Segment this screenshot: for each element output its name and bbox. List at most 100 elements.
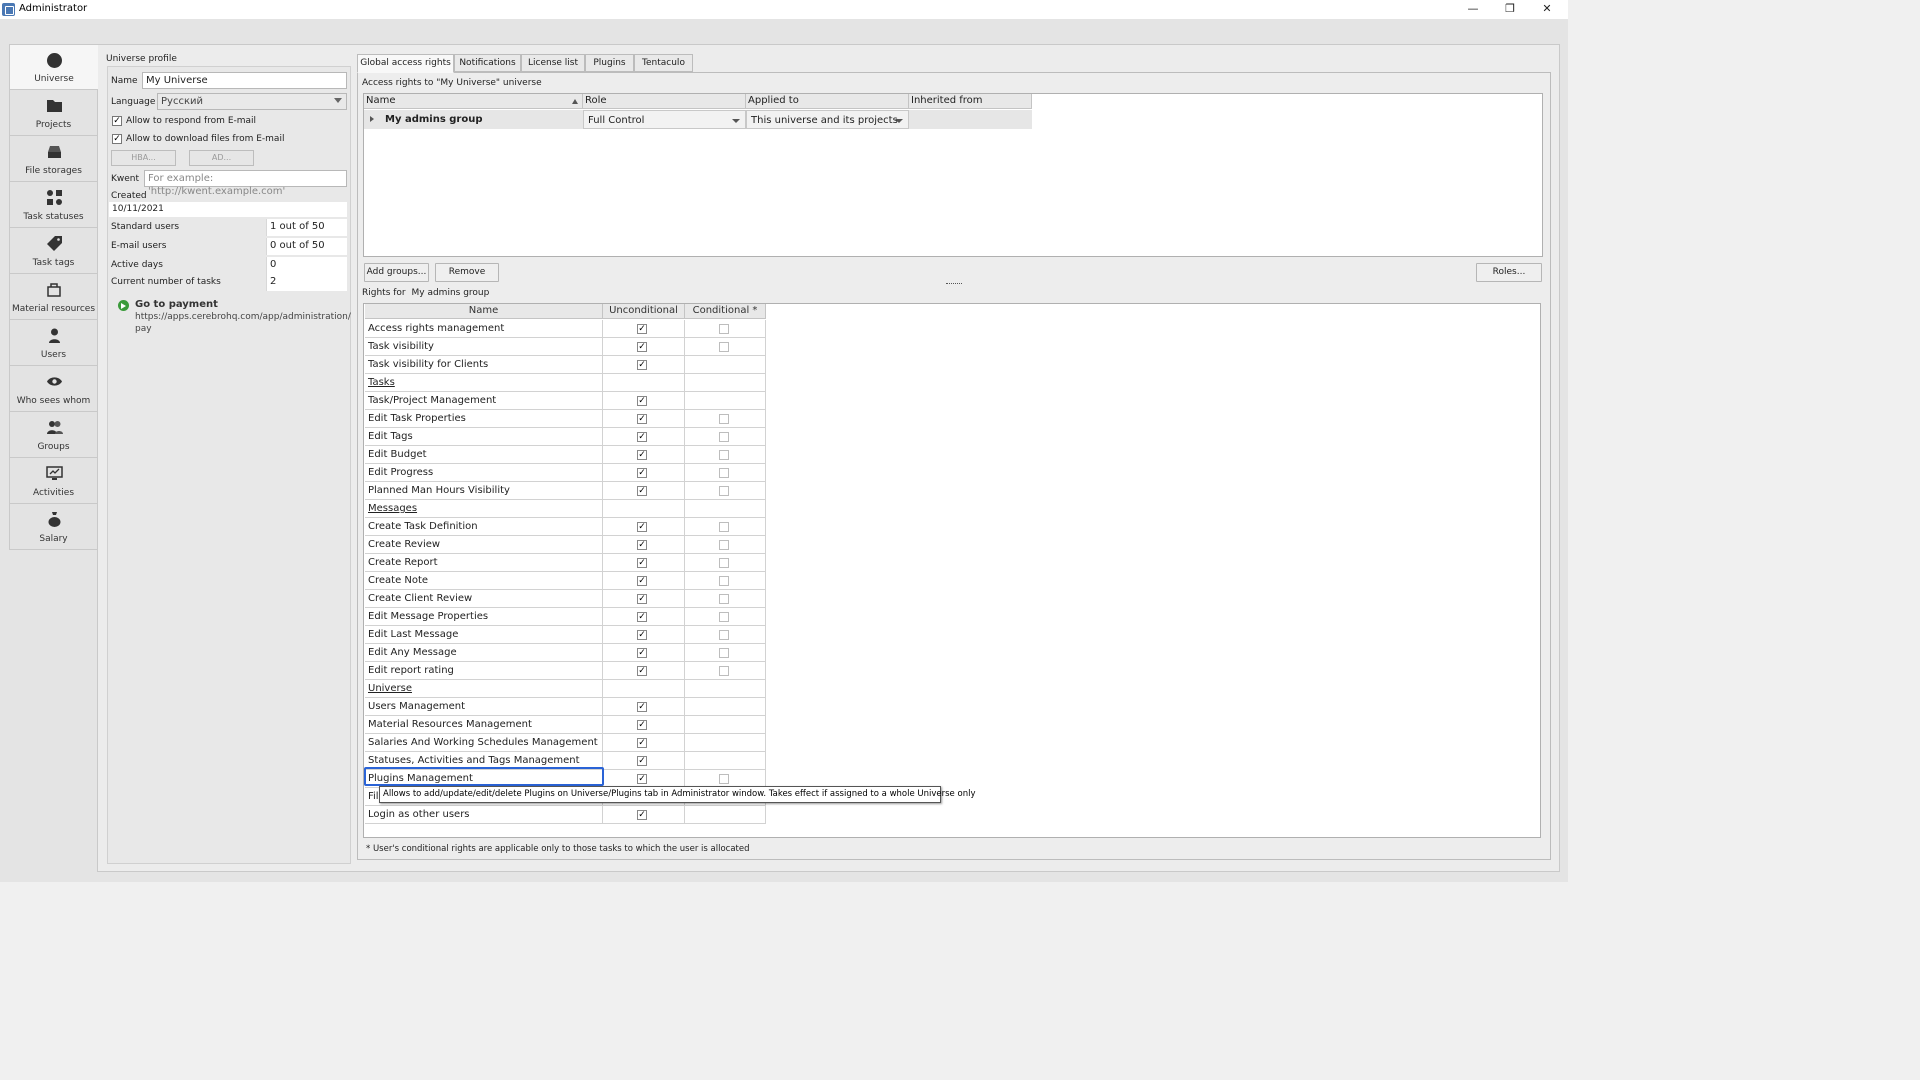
unconditional-checkbox[interactable]: ✓ [637,576,647,586]
kwent-field[interactable]: For example: 'http://kwent.example.com' [144,170,347,197]
unconditional-checkbox[interactable]: ✓ [637,432,647,442]
add-groups-button[interactable]: Add groups... [364,263,429,282]
applied-to-select[interactable]: This universe and its projects [746,110,909,129]
unconditional-checkbox[interactable]: ✓ [637,720,647,730]
column-header-conditional[interactable]: Conditional * [685,304,766,319]
conditional-checkbox[interactable] [719,612,729,622]
rights-row[interactable]: Edit Message Properties ✓ [365,608,766,626]
ad-button[interactable]: AD... [189,150,254,166]
rights-row[interactable]: Users Management ✓ [365,698,766,716]
unconditional-checkbox[interactable]: ✓ [637,396,647,406]
rights-row[interactable]: Task visibility for Clients ✓ [365,356,766,374]
tab-license-list[interactable]: License list [521,54,585,72]
column-header-role[interactable]: Role [583,94,746,109]
conditional-checkbox[interactable] [719,576,729,586]
conditional-checkbox[interactable] [719,486,729,496]
unconditional-checkbox[interactable]: ✓ [637,468,647,478]
unconditional-checkbox[interactable]: ✓ [637,594,647,604]
rights-row[interactable]: Task/Project Management ✓ [365,392,766,410]
nav-item-file-storages[interactable]: File storages [9,136,98,182]
unconditional-checkbox[interactable]: ✓ [637,702,647,712]
column-header-inherited-from[interactable]: Inherited from [909,94,1032,109]
rights-row[interactable]: Edit Any Message ✓ [365,644,766,662]
conditional-checkbox[interactable] [719,522,729,532]
restore-button[interactable]: ❐ [1492,0,1528,19]
conditional-checkbox[interactable] [719,774,729,784]
payment-url-line2[interactable]: pay [135,324,152,334]
unconditional-checkbox[interactable]: ✓ [637,450,647,460]
unconditional-checkbox[interactable]: ✓ [637,648,647,658]
nav-item-who-sees-whom[interactable]: Who sees whom [9,366,98,412]
roles-button[interactable]: Roles... [1476,263,1542,282]
unconditional-checkbox[interactable]: ✓ [637,810,647,820]
tab-tentaculo[interactable]: Tentaculo [634,54,693,72]
rights-row[interactable]: Access rights management ✓ [365,320,766,338]
rights-row[interactable]: Edit Last Message ✓ [365,626,766,644]
rights-group-row[interactable]: Universe [365,680,766,698]
conditional-checkbox[interactable] [719,414,729,424]
unconditional-checkbox[interactable]: ✓ [637,486,647,496]
unconditional-checkbox[interactable]: ✓ [637,540,647,550]
column-header-applied-to[interactable]: Applied to [746,94,909,109]
rights-row[interactable]: Task visibility ✓ [365,338,766,356]
conditional-checkbox[interactable] [719,342,729,352]
language-select[interactable]: Русский [157,93,347,110]
rights-group-row[interactable]: Tasks [365,374,766,392]
unconditional-checkbox[interactable]: ✓ [637,666,647,676]
close-button[interactable]: ✕ [1529,0,1565,19]
allow-respond-checkbox[interactable]: ✓ [112,116,122,126]
nav-item-activities[interactable]: Activities [9,458,98,504]
nav-item-material-resources[interactable]: Material resources [9,274,98,320]
rights-row[interactable]: Edit Task Properties ✓ [365,410,766,428]
rights-row[interactable]: Planned Man Hours Visibility ✓ [365,482,766,500]
rights-row[interactable]: Create Client Review ✓ [365,590,766,608]
conditional-checkbox[interactable] [719,540,729,550]
rights-row[interactable]: Edit Progress ✓ [365,464,766,482]
tab-notifications[interactable]: Notifications [454,54,521,72]
tab-global-access-rights[interactable]: Global access rights [357,54,454,73]
role-select[interactable]: Full Control [583,110,746,129]
nav-item-projects[interactable]: Projects [9,90,98,136]
conditional-checkbox[interactable] [719,594,729,604]
column-header-name[interactable]: Name [364,94,583,109]
conditional-checkbox[interactable] [719,468,729,478]
conditional-checkbox[interactable] [719,324,729,334]
unconditional-checkbox[interactable]: ✓ [637,360,647,370]
rights-row[interactable]: Edit report rating ✓ [365,662,766,680]
rights-row[interactable]: Material Resources Management ✓ [365,716,766,734]
rights-row[interactable]: Create Note ✓ [365,572,766,590]
unconditional-checkbox[interactable]: ✓ [637,612,647,622]
nav-item-task-tags[interactable]: Task tags [9,228,98,274]
nav-item-groups[interactable]: Groups [9,412,98,458]
conditional-checkbox[interactable] [719,432,729,442]
unconditional-checkbox[interactable]: ✓ [637,414,647,424]
unconditional-checkbox[interactable]: ✓ [637,522,647,532]
remove-button[interactable]: Remove [435,263,499,282]
rights-group-row[interactable]: Messages [365,500,766,518]
rights-row[interactable]: Create Review ✓ [365,536,766,554]
nav-item-task-statuses[interactable]: Task statuses [9,182,98,228]
name-field[interactable]: My Universe [142,72,347,89]
group-name-cell[interactable]: My admins group [364,110,583,129]
rights-row[interactable]: Salaries And Working Schedules Managemen… [365,734,766,752]
unconditional-checkbox[interactable]: ✓ [637,738,647,748]
go-to-payment-link[interactable]: Go to payment [135,299,218,310]
unconditional-checkbox[interactable]: ✓ [637,342,647,352]
unconditional-checkbox[interactable]: ✓ [637,324,647,334]
rights-row[interactable]: Create Task Definition ✓ [365,518,766,536]
unconditional-checkbox[interactable]: ✓ [637,774,647,784]
allow-download-checkbox[interactable]: ✓ [112,134,122,144]
rights-row[interactable]: Edit Tags ✓ [365,428,766,446]
column-header-name[interactable]: Name [365,304,603,319]
rights-row[interactable]: Edit Budget ✓ [365,446,766,464]
conditional-checkbox[interactable] [719,450,729,460]
nav-item-users[interactable]: Users [9,320,98,366]
unconditional-checkbox[interactable]: ✓ [637,756,647,766]
column-header-unconditional[interactable]: Unconditional [603,304,685,319]
hba-button[interactable]: HBA... [111,150,176,166]
minimize-button[interactable]: — [1455,0,1491,19]
conditional-checkbox[interactable] [719,558,729,568]
tab-plugins[interactable]: Plugins [585,54,634,72]
rights-row[interactable]: Create Report ✓ [365,554,766,572]
nav-item-universe[interactable]: Universe [9,44,98,90]
